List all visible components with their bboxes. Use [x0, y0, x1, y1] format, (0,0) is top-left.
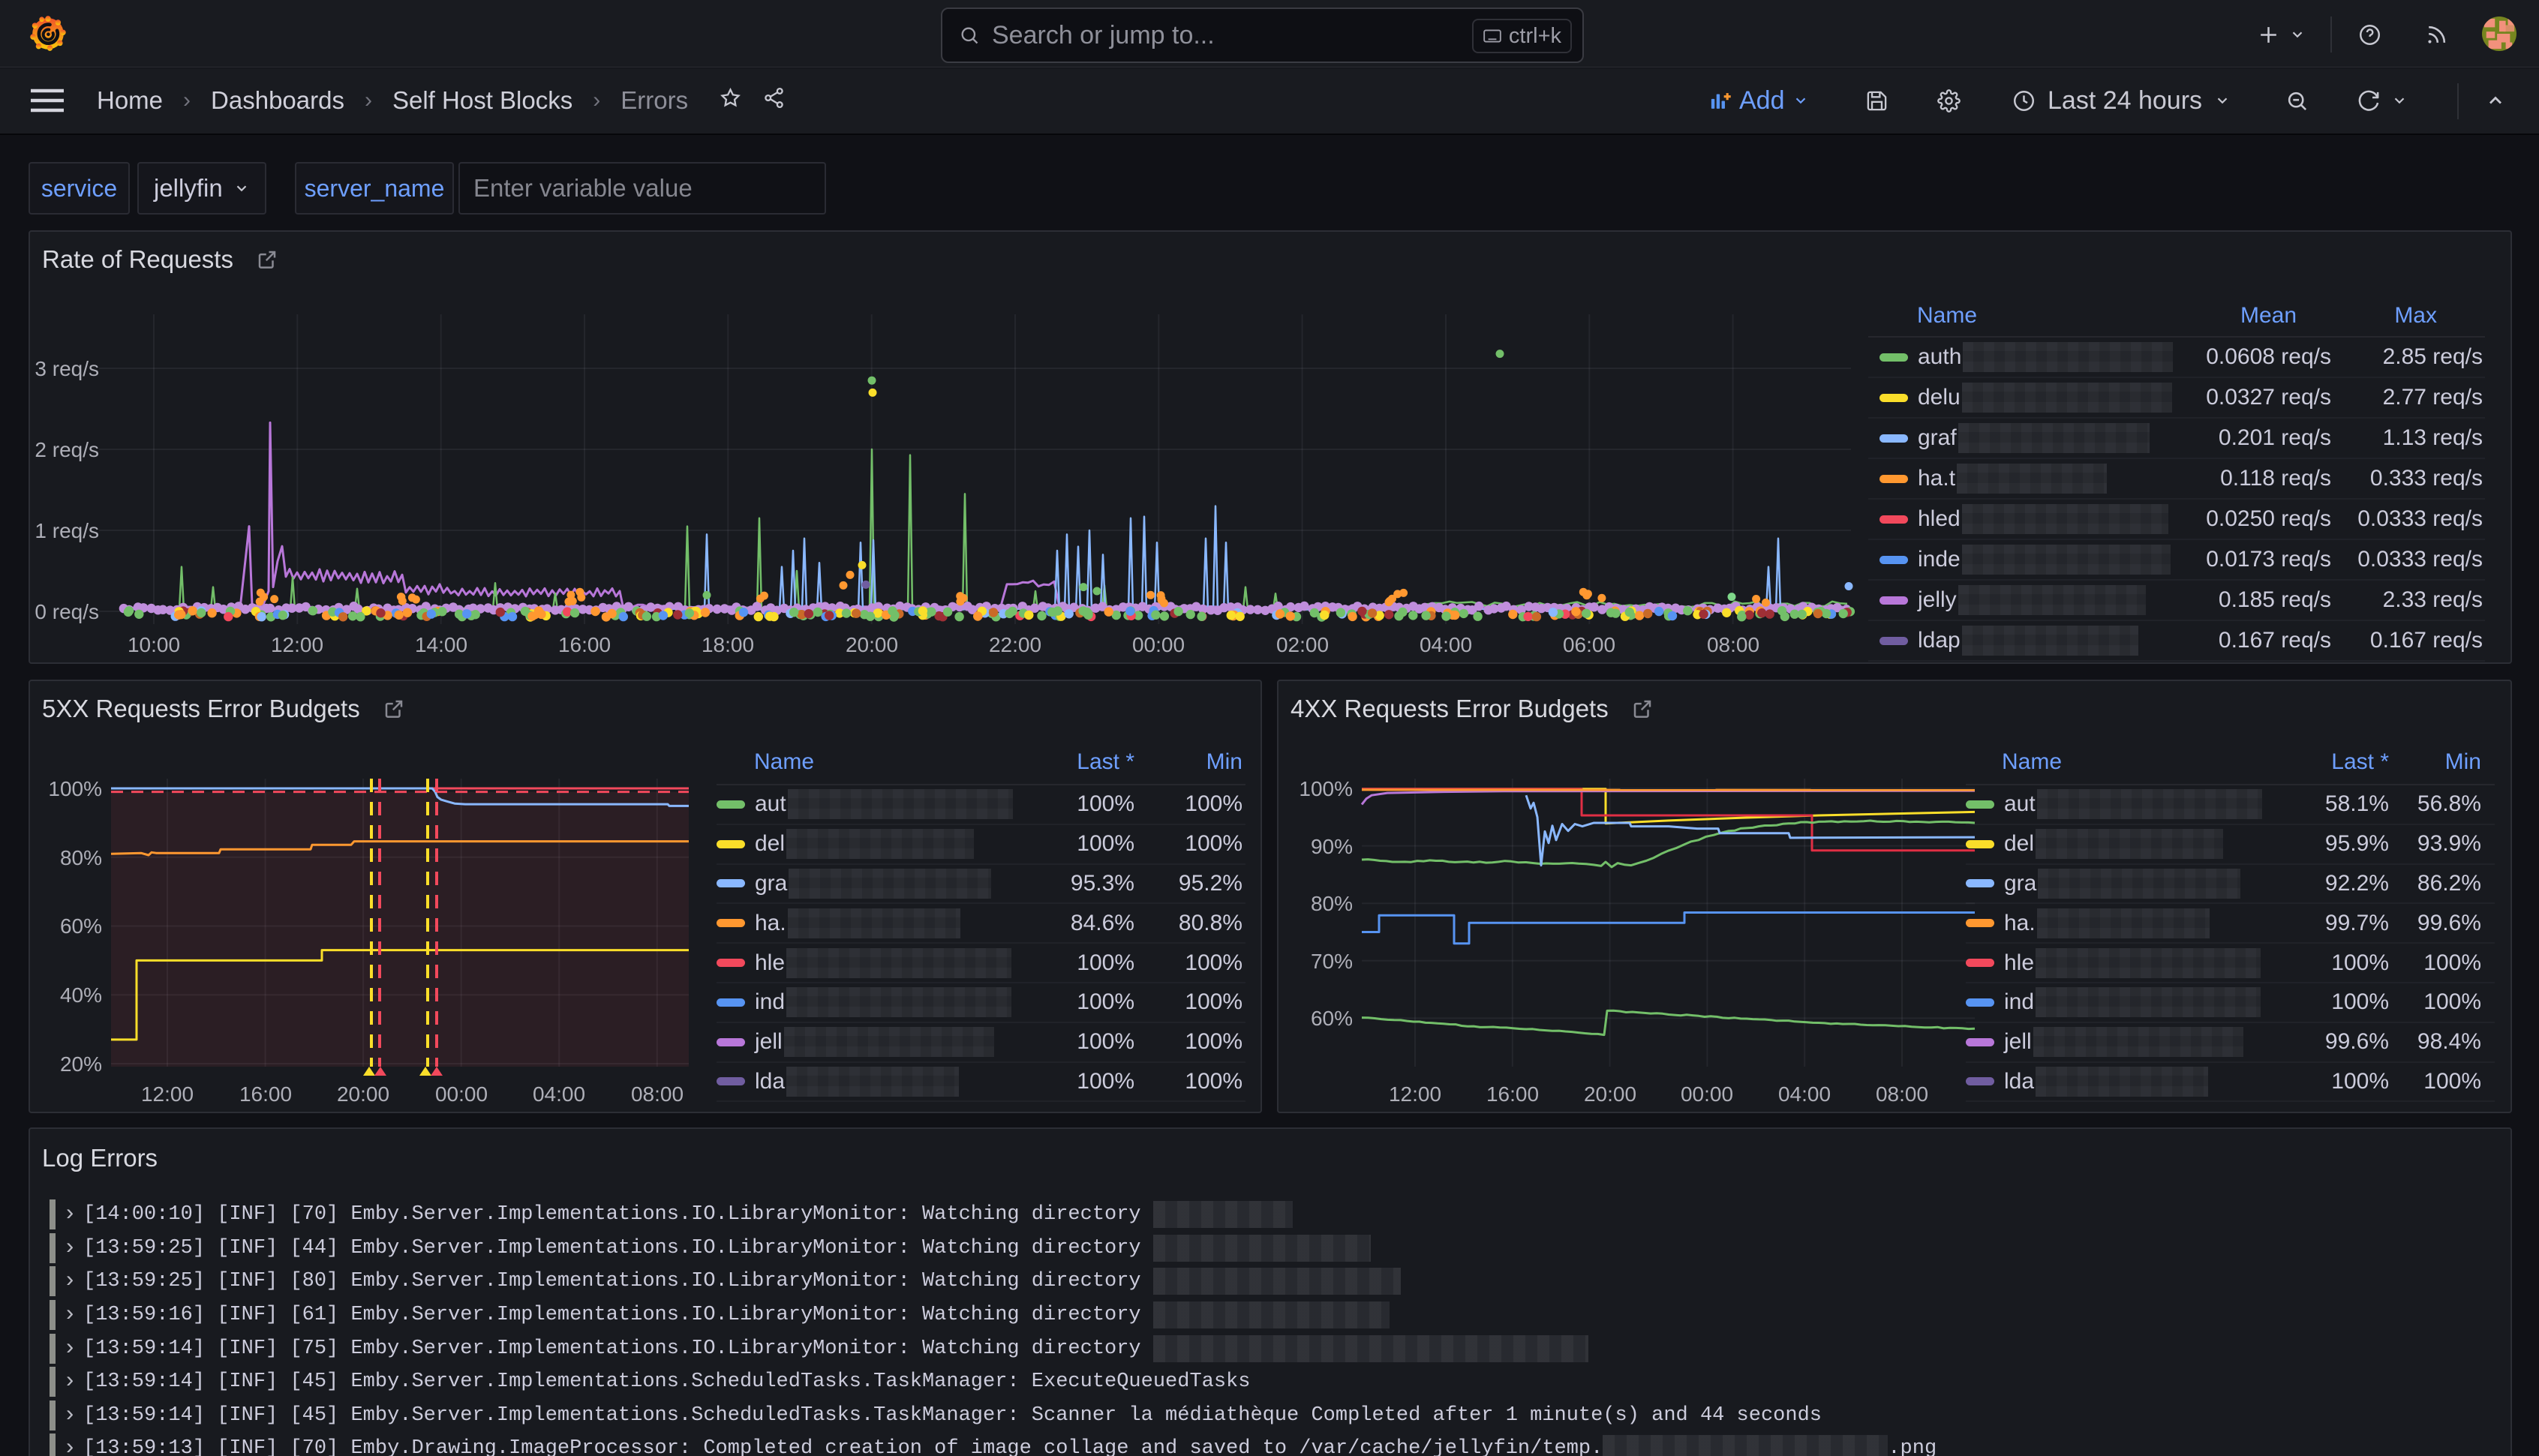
svg-text:20:00: 20:00 [337, 1082, 389, 1106]
svg-text:3 req/s: 3 req/s [35, 357, 99, 380]
svg-text:06:00: 06:00 [1563, 633, 1615, 656]
svg-text:16:00: 16:00 [1486, 1082, 1539, 1106]
svg-text:08:00: 08:00 [1876, 1082, 1928, 1106]
svg-text:90%: 90% [1311, 835, 1353, 858]
svg-text:04:00: 04:00 [533, 1082, 585, 1106]
svg-text:20:00: 20:00 [1584, 1082, 1636, 1106]
svg-text:70%: 70% [1311, 950, 1353, 973]
svg-text:00:00: 00:00 [1132, 633, 1185, 656]
svg-text:16:00: 16:00 [239, 1082, 292, 1106]
svg-text:00:00: 00:00 [435, 1082, 488, 1106]
svg-text:12:00: 12:00 [141, 1082, 194, 1106]
svg-text:80%: 80% [1311, 892, 1353, 915]
svg-text:12:00: 12:00 [1389, 1082, 1441, 1106]
svg-text:18:00: 18:00 [702, 633, 754, 656]
svg-text:0 req/s: 0 req/s [35, 600, 99, 623]
svg-text:100%: 100% [1299, 777, 1353, 800]
svg-text:60%: 60% [60, 914, 102, 938]
svg-text:02:00: 02:00 [1276, 633, 1329, 656]
svg-text:12:00: 12:00 [271, 633, 323, 656]
svg-text:1 req/s: 1 req/s [35, 519, 99, 542]
svg-text:14:00: 14:00 [415, 633, 467, 656]
svg-text:22:00: 22:00 [989, 633, 1041, 656]
svg-text:60%: 60% [1311, 1007, 1353, 1030]
svg-text:20:00: 20:00 [846, 633, 898, 656]
svg-text:04:00: 04:00 [1778, 1082, 1831, 1106]
svg-text:16:00: 16:00 [558, 633, 611, 656]
svg-text:04:00: 04:00 [1420, 633, 1472, 656]
svg-text:08:00: 08:00 [631, 1082, 684, 1106]
svg-text:08:00: 08:00 [1707, 633, 1759, 656]
svg-text:20%: 20% [60, 1052, 102, 1076]
svg-text:10:00: 10:00 [128, 633, 180, 656]
svg-text:100%: 100% [48, 777, 102, 800]
svg-text:40%: 40% [60, 983, 102, 1007]
svg-text:2 req/s: 2 req/s [35, 438, 99, 461]
svg-text:80%: 80% [60, 846, 102, 869]
svg-text:00:00: 00:00 [1681, 1082, 1733, 1106]
